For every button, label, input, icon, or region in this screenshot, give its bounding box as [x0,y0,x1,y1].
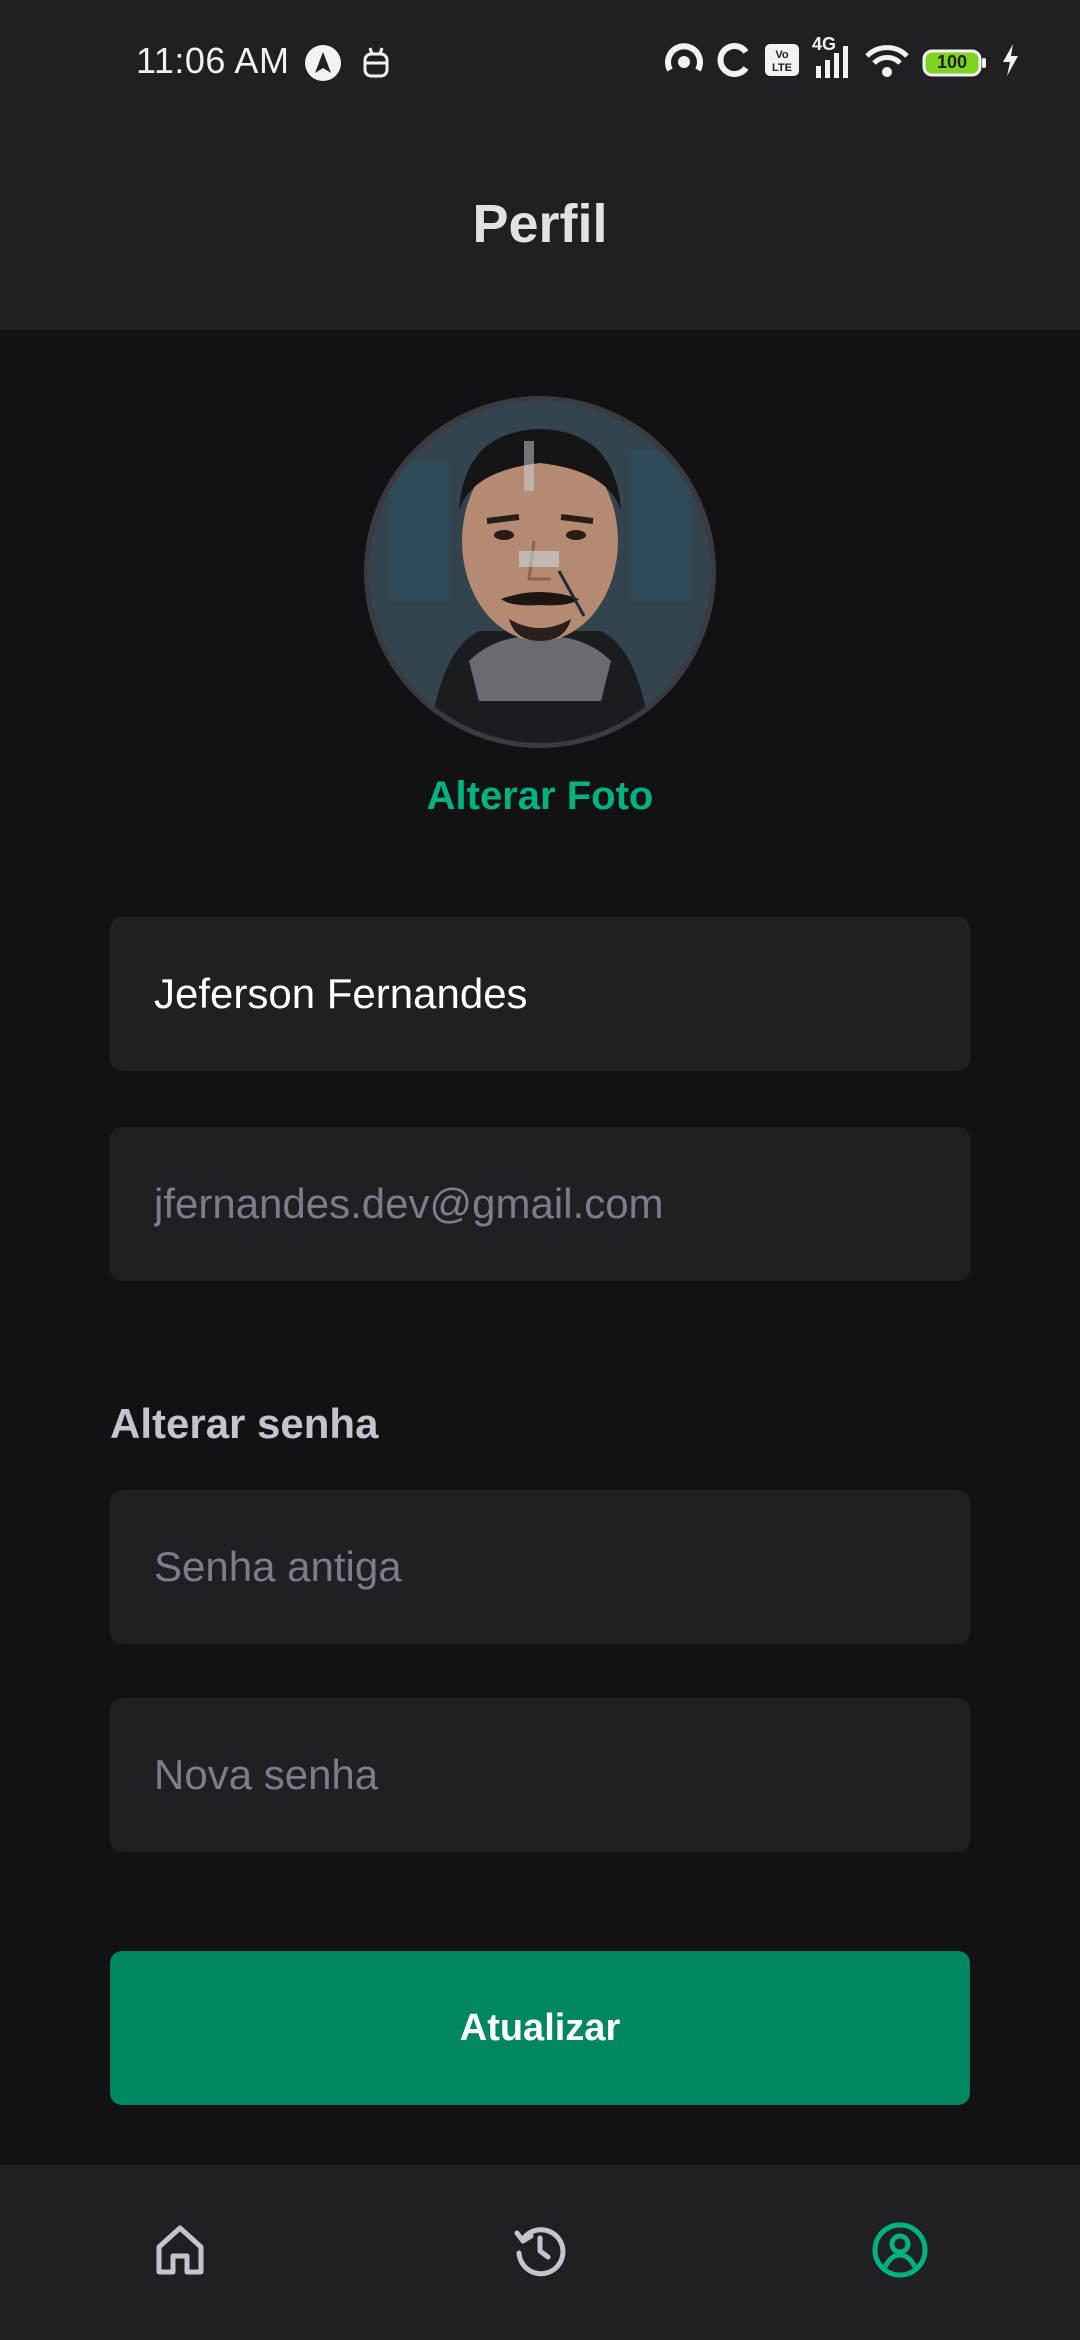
old-password-field[interactable] [110,1490,970,1644]
svg-text:LTE: LTE [772,62,792,74]
new-password-field[interactable] [110,1698,970,1852]
status-bar: 11:06 AM Vo LTE 4G 100 [0,0,1080,125]
sync-icon [716,42,752,83]
name-field[interactable] [110,917,970,1071]
email-field[interactable] [110,1127,970,1281]
password-section-label: Alterar senha [110,1400,379,1447]
nav-history[interactable] [508,2220,572,2284]
navigation-icon [304,44,342,87]
home-icon [151,2221,209,2284]
update-button[interactable]: Atualizar [110,1951,970,2105]
status-time: 11:06 AM [136,40,290,81]
volte-icon: Vo LTE [764,43,800,82]
new-password-input[interactable] [154,1751,926,1799]
network-type-label: 4G [812,34,837,54]
page-title: Perfil [472,194,608,254]
email-input[interactable] [154,1180,926,1228]
nav-home[interactable] [148,2220,212,2284]
wifi-icon [864,40,910,85]
old-password-input[interactable] [154,1543,926,1591]
change-photo-button[interactable]: Alterar Foto [0,774,1080,819]
user-avatar [364,396,716,748]
name-input[interactable] [154,970,926,1018]
signal-icon: 4G [812,34,852,85]
bottom-nav [0,2165,1080,2340]
android-icon [362,46,390,85]
nav-profile[interactable] [868,2220,932,2284]
charging-icon [1000,43,1020,82]
battery-icon: 100 [922,48,988,78]
history-icon [511,2221,569,2284]
profile-icon [871,2221,929,2284]
battery-level: 100 [936,51,968,72]
hotspot-icon [664,40,704,85]
header: Perfil [0,125,1080,330]
svg-text:Vo: Vo [775,49,789,61]
